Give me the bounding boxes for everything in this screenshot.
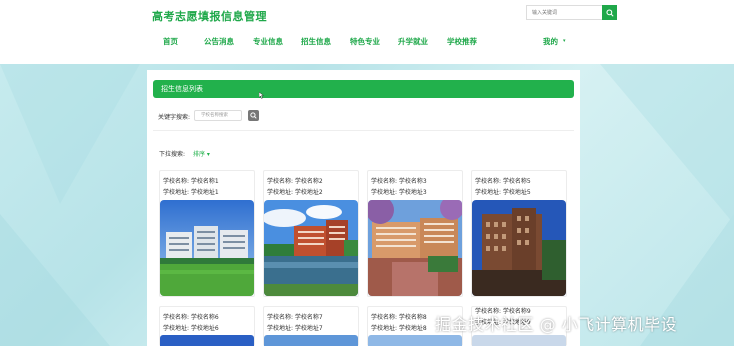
header-search — [526, 5, 617, 20]
sort-dropdown[interactable]: 排序 ▾ — [193, 149, 210, 158]
school-name: 学校名称: 学校名称3 — [371, 178, 427, 185]
dropdown-search-label: 下拉搜索: — [159, 151, 186, 158]
school-name: 学校名称: 学校名称8 — [371, 314, 427, 321]
panel-title: 招生信息列表 — [161, 85, 203, 93]
nav-item-school-recommend[interactable]: 学校推荐 — [447, 36, 477, 47]
main-nav: 首页 公告消息 专业信息 招生信息 特色专业 升学就业 学校推荐 我的 ▾ — [0, 36, 734, 50]
school-image[interactable] — [472, 335, 566, 346]
nav-item-admissions[interactable]: 招生信息 — [301, 36, 331, 47]
school-address: 学校地址: 学校地址3 — [371, 189, 427, 196]
school-name: 学校名称: 学校名称5 — [475, 178, 531, 185]
school-name: 学校名称: 学校名称7 — [267, 314, 323, 321]
school-address: 学校地址: 学校地址2 — [267, 189, 323, 196]
school-image[interactable] — [160, 200, 254, 296]
school-image[interactable] — [472, 200, 566, 296]
school-name: 学校名称: 学校名称2 — [267, 178, 323, 185]
site-title[interactable]: 高考志愿填报信息管理 — [152, 8, 267, 24]
school-card[interactable]: 学校名称: 学校名称2 学校地址: 学校地址2 — [263, 170, 359, 297]
panel-title-bar: 招生信息列表 — [153, 80, 574, 98]
search-icon — [250, 112, 257, 119]
divider — [153, 130, 574, 131]
school-image[interactable] — [160, 335, 254, 346]
main-panel: 招生信息列表 关键字搜索: 学校名称搜索 下拉搜索: 排序 ▾ 学校名称: 学校… — [147, 70, 580, 346]
nav-item-featured-majors[interactable]: 特色专业 — [350, 36, 380, 47]
school-address: 学校地址: 学校地址7 — [267, 325, 323, 332]
school-card[interactable]: 学校名称: 学校名称1 学校地址: 学校地址1 — [159, 170, 255, 297]
nav-item-announcements[interactable]: 公告消息 — [204, 36, 234, 47]
keyword-search-label: 关键字搜索: — [158, 114, 191, 121]
school-image[interactable] — [264, 335, 358, 346]
school-address: 学校地址: 学校地址6 — [163, 325, 219, 332]
school-address: 学校地址: 学校地址8 — [371, 325, 427, 332]
keyword-search-button[interactable] — [248, 110, 259, 121]
school-card[interactable]: 学校名称: 学校名称3 学校地址: 学校地址3 — [367, 170, 463, 297]
search-button[interactable] — [602, 5, 617, 20]
nav-item-majors[interactable]: 专业信息 — [253, 36, 283, 47]
keyword-search-input[interactable]: 学校名称搜索 — [194, 110, 242, 121]
school-card[interactable]: 学校名称: 学校名称6 学校地址: 学校地址6 — [159, 306, 255, 346]
sort-label: 排序 — [193, 151, 206, 158]
mouse-cursor-icon — [259, 92, 264, 99]
school-image[interactable] — [368, 335, 462, 346]
school-address: 学校地址: 学校地址5 — [475, 189, 531, 196]
search-input[interactable] — [526, 5, 602, 20]
school-card[interactable]: 学校名称: 学校名称7 学校地址: 学校地址7 — [263, 306, 359, 346]
school-image[interactable] — [264, 200, 358, 296]
school-name: 学校名称: 学校名称6 — [163, 314, 219, 321]
school-address: 学校地址: 学校地址1 — [163, 189, 219, 196]
school-image[interactable] — [368, 200, 462, 296]
nav-item-employment[interactable]: 升学就业 — [398, 36, 428, 47]
school-card[interactable]: 学校名称: 学校名称5 学校地址: 学校地址5 — [471, 170, 567, 297]
search-icon — [605, 8, 614, 17]
watermark: 掘金技术社区 @ 小飞计算机毕设 — [435, 315, 678, 334]
chevron-down-icon: ▾ — [563, 38, 566, 44]
nav-item-home[interactable]: 首页 — [163, 36, 178, 47]
school-name: 学校名称: 学校名称1 — [163, 178, 219, 185]
top-header: 高考志愿填报信息管理 首页 公告消息 专业信息 招生信息 特色专业 升学就业 学… — [0, 0, 734, 64]
nav-item-mine[interactable]: 我的 — [543, 36, 558, 47]
